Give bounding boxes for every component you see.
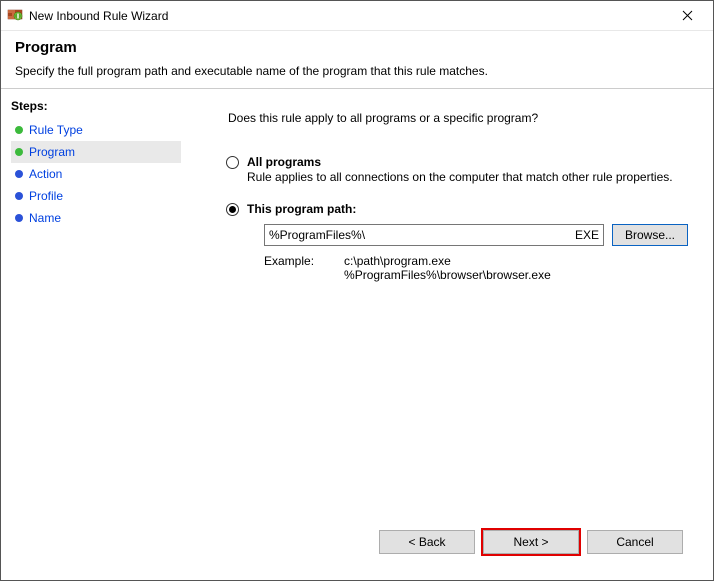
window-title: New Inbound Rule Wizard [29, 9, 168, 23]
page-description: Specify the full program path and execut… [15, 64, 699, 78]
sidebar-step-program[interactable]: Program [11, 141, 181, 163]
rule-question: Does this rule apply to all programs or … [228, 111, 697, 125]
step-bullet-icon [15, 192, 23, 200]
example-line-1: c:\path\program.exe [344, 254, 551, 268]
example-block: Example: c:\path\program.exe %ProgramFil… [264, 254, 697, 282]
titlebar: New Inbound Rule Wizard [1, 1, 713, 31]
radio-path-label: This program path: [247, 202, 356, 216]
footer-buttons: < Back Next > Cancel [208, 520, 697, 568]
step-bullet-icon [15, 170, 23, 178]
sidebar-step-name[interactable]: Name [11, 207, 181, 229]
radio-icon [226, 156, 239, 169]
step-label: Profile [29, 189, 63, 203]
step-bullet-icon [15, 126, 23, 134]
step-bullet-icon [15, 214, 23, 222]
example-line-2: %ProgramFiles%\browser\browser.exe [344, 268, 551, 282]
radio-all-label: All programs [247, 155, 673, 169]
firewall-icon [7, 6, 23, 25]
header: Program Specify the full program path an… [1, 31, 713, 89]
back-button[interactable]: < Back [379, 530, 475, 554]
radio-icon-selected [226, 203, 239, 216]
radio-program-path[interactable]: This program path: [226, 202, 697, 216]
step-label: Name [29, 211, 61, 225]
next-button[interactable]: Next > [483, 530, 579, 554]
close-button[interactable] [667, 1, 707, 31]
radio-all-desc: Rule applies to all connections on the c… [247, 170, 673, 184]
sidebar-step-rule-type[interactable]: Rule Type [11, 119, 181, 141]
sidebar-heading: Steps: [11, 99, 181, 113]
step-label: Action [29, 167, 62, 181]
program-path-input[interactable]: %ProgramFiles%\ EXE [264, 224, 604, 246]
radio-all-programs[interactable]: All programs Rule applies to all connect… [226, 155, 697, 184]
main-panel: Does this rule apply to all programs or … [191, 89, 713, 580]
cancel-button[interactable]: Cancel [587, 530, 683, 554]
browse-button[interactable]: Browse... [612, 224, 688, 246]
sidebar-step-action[interactable]: Action [11, 163, 181, 185]
step-label: Rule Type [29, 123, 83, 137]
step-label: Program [29, 145, 75, 159]
path-value: %ProgramFiles%\ [269, 228, 365, 242]
sidebar: Steps: Rule Type Program Action Profile Name [1, 89, 191, 580]
sidebar-step-profile[interactable]: Profile [11, 185, 181, 207]
step-bullet-icon [15, 148, 23, 156]
page-title: Program [15, 39, 699, 56]
example-label: Example: [264, 254, 314, 282]
path-suffix: EXE [575, 228, 599, 242]
